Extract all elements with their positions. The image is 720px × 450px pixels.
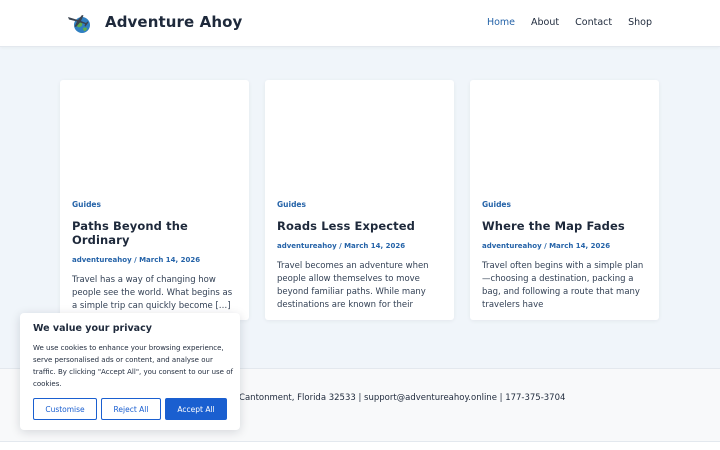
cookie-consent-banner: We value your privacy We use cookies to … [20,313,240,430]
bottom-strip [0,442,720,450]
post-category[interactable]: Guides [277,200,442,209]
meta-separator: / [131,256,140,264]
nav-contact[interactable]: Contact [575,17,612,28]
footer-contact-line: t Cantonment, Florida 32533 | support@ad… [233,393,566,403]
post-author[interactable]: adventureahoy [72,256,132,264]
meta-separator: / [541,242,550,250]
cookie-title: We value your privacy [33,323,152,334]
post-excerpt: Travel has a way of changing how people … [72,275,233,311]
customise-button[interactable]: Customise [33,398,97,420]
meta-separator: / [336,242,345,250]
airplane-globe-icon[interactable] [66,11,92,35]
post-card: Guides Paths Beyond the Ordinary adventu… [60,80,249,320]
post-meta: adventureahoy / March 14, 2026 [72,256,237,264]
cookie-text: We use cookies to enhance your browsing … [33,344,233,388]
post-meta: adventureahoy / March 14, 2026 [482,242,647,250]
post-date[interactable]: March 14, 2026 [549,242,610,250]
reject-all-button[interactable]: Reject All [101,398,161,420]
post-meta: adventureahoy / March 14, 2026 [277,242,442,250]
post-date[interactable]: March 14, 2026 [344,242,405,250]
post-excerpt: Travel becomes an adventure when people … [277,261,429,310]
site-title[interactable]: Adventure Ahoy [105,13,242,31]
post-date[interactable]: March 14, 2026 [139,256,200,264]
nav-about[interactable]: About [531,17,559,28]
post-card: Guides Roads Less Expected adventureahoy… [265,80,454,320]
site-header: Adventure Ahoy Home About Contact Shop [0,0,720,47]
post-category[interactable]: Guides [72,200,237,209]
post-card: Guides Where the Map Fades adventureahoy… [470,80,659,320]
post-author[interactable]: adventureahoy [277,242,337,250]
post-title[interactable]: Where the Map Fades [482,219,647,233]
post-excerpt: Travel often begins with a simple plan—c… [482,261,644,310]
post-author[interactable]: adventureahoy [482,242,542,250]
post-title[interactable]: Paths Beyond the Ordinary [72,219,237,247]
accept-all-button[interactable]: Accept All [165,398,227,420]
nav-shop[interactable]: Shop [628,17,652,28]
post-title[interactable]: Roads Less Expected [277,219,442,233]
post-category[interactable]: Guides [482,200,647,209]
main-nav: Home About Contact Shop [471,17,652,28]
nav-home[interactable]: Home [487,17,515,28]
